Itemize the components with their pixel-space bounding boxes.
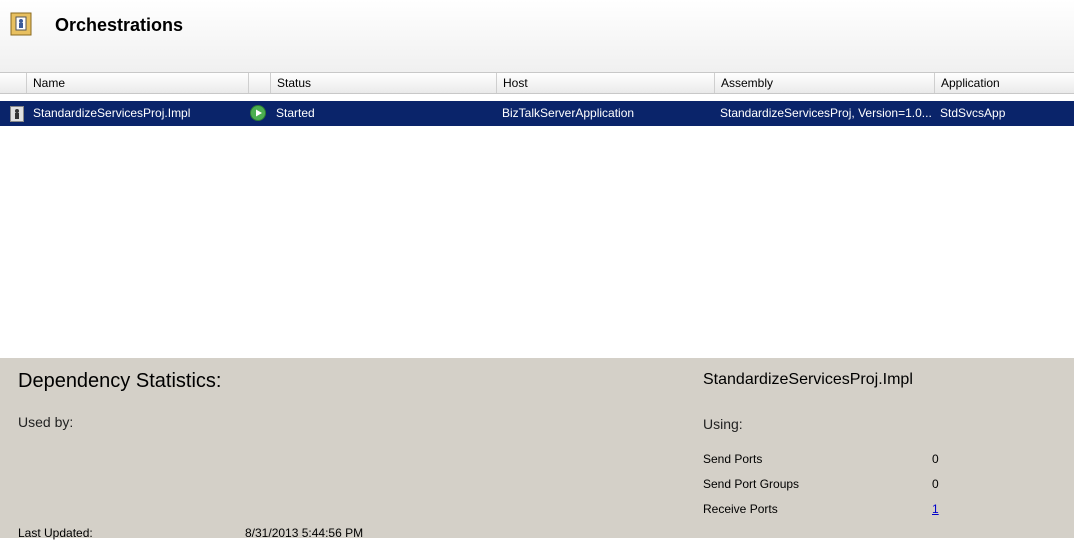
page-header: Orchestrations [0,0,1074,72]
column-header-name[interactable]: Name [26,73,248,93]
row-name: StandardizeServicesProj.Impl [33,106,191,120]
stat-label-send-port-groups: Send Port Groups [703,477,800,491]
page-title: Orchestrations [55,15,184,35]
column-header-assembly[interactable]: Assembly [714,73,934,93]
orchestrations-folder-icon [10,12,32,36]
column-header-application[interactable]: Application [934,73,1074,93]
orchestration-icon [10,106,24,122]
used-by-label: Used by: [18,414,74,430]
column-header-status-icon[interactable] [248,73,270,93]
column-header-row: Name Status Host Assembly Application [0,72,1074,94]
stat-label-receive-ports: Receive Ports [703,502,778,516]
dependency-statistics-panel: Dependency Statistics: StandardizeServic… [0,358,1074,540]
column-header-status[interactable]: Status [270,73,496,93]
row-status: Started [276,106,315,120]
table-row[interactable]: StandardizeServicesProj.Impl Started Biz… [0,101,1074,126]
stat-value-send-ports: 0 [932,452,939,466]
stat-label-send-ports: Send Ports [703,452,763,466]
column-header-host[interactable]: Host [496,73,714,93]
row-host: BizTalkServerApplication [502,106,635,120]
row-assembly: StandardizeServicesProj, Version=1.0... [720,106,932,120]
stat-value-send-port-groups: 0 [932,477,939,491]
dependency-selected-name: StandardizeServicesProj.Impl [703,371,913,388]
dependency-title: Dependency Statistics: [18,370,222,392]
using-label: Using: [703,416,743,432]
row-application: StdSvcsApp [940,106,1006,120]
stat-value-receive-ports-link[interactable]: 1 [932,502,939,516]
started-status-icon [250,105,266,121]
